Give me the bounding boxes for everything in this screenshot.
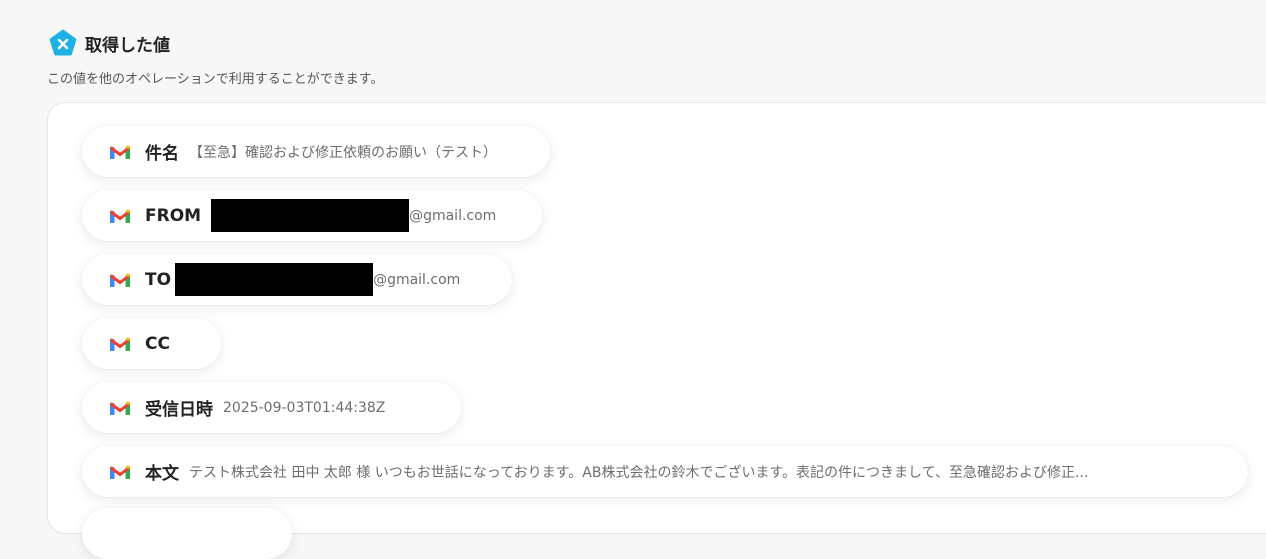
gmail-icon [109, 144, 131, 160]
field-chip-to[interactable]: TO @gmail.com [82, 254, 512, 305]
field-label: TO [145, 269, 172, 290]
field-value: 【至急】確認および修正依頼のお願い（テスト） [189, 144, 497, 161]
field-value: 2025-09-03T01:44:38Z [223, 399, 386, 416]
field-label: 本文 [145, 464, 179, 484]
field-chip-cc[interactable]: CC [82, 318, 221, 369]
field-label: CC [145, 333, 170, 354]
field-chip-body[interactable]: 本文 テスト株式会社 田中 太郎 様 いつもお世話になっております。AB株式会社… [82, 446, 1248, 497]
redaction-box [175, 263, 374, 296]
section-title: 取得した値 [85, 35, 170, 56]
section-header: 取得した値 [49, 29, 170, 57]
field-label: 受信日時 [145, 400, 213, 420]
field-value: テスト株式会社 田中 太郎 様 いつもお世話になっております。AB株式会社の鈴木… [189, 464, 1089, 481]
gmail-icon [109, 272, 131, 288]
field-label: FROM [145, 205, 202, 226]
field-chip-received-at[interactable]: 受信日時 2025-09-03T01:44:38Z [82, 382, 461, 433]
gmail-icon [109, 400, 131, 416]
gmail-icon [109, 208, 131, 224]
section-description: この値を他のオペレーションで利用することができます。 [47, 72, 384, 87]
field-value: @gmail.com [409, 207, 497, 224]
redaction-box [211, 199, 410, 232]
field-label: 件名 [145, 144, 179, 164]
field-chip-subject[interactable]: 件名 【至急】確認および修正依頼のお願い（テスト） [82, 126, 550, 177]
yoom-logo-icon [49, 29, 77, 57]
gmail-icon [109, 464, 131, 480]
field-chip-next[interactable] [82, 508, 292, 559]
gmail-icon [109, 336, 131, 352]
field-value: @gmail.com [373, 271, 461, 288]
field-chip-from[interactable]: FROM @gmail.com [82, 190, 542, 241]
